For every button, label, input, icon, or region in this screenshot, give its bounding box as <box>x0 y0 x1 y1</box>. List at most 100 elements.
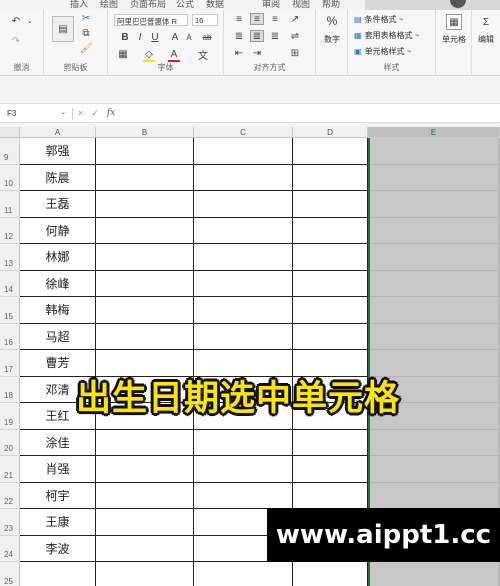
grid-cell[interactable] <box>96 217 194 244</box>
grid-cell[interactable] <box>194 244 293 271</box>
cancel-icon[interactable]: × <box>78 108 83 119</box>
column-header-a[interactable]: A <box>20 127 96 138</box>
grid-cell[interactable] <box>96 270 194 297</box>
grid-cell[interactable] <box>368 297 500 324</box>
format-painter-icon[interactable]: 🖌 <box>80 42 93 54</box>
grid-cell[interactable] <box>368 456 500 483</box>
grid-cell[interactable] <box>96 244 194 271</box>
grid-cell[interactable] <box>96 429 194 456</box>
borders-icon[interactable]: ▦ <box>116 48 130 60</box>
increase-indent-icon[interactable]: ⇥ <box>250 47 264 59</box>
font-color-icon[interactable]: A <box>168 48 180 60</box>
menu-tab[interactable]: 公式 <box>176 0 194 10</box>
percent-icon[interactable]: % <box>324 14 340 28</box>
grid-cell[interactable] <box>96 138 194 165</box>
grid-cell[interactable] <box>194 217 293 244</box>
select-all-corner[interactable] <box>0 127 20 138</box>
name-cell[interactable]: 郭强 <box>20 138 96 165</box>
grid-cell[interactable] <box>368 138 500 165</box>
column-header-d[interactable]: D <box>293 127 368 138</box>
name-cell[interactable]: 李波 <box>20 535 96 562</box>
name-cell[interactable]: 韩梅 <box>20 297 96 324</box>
name-box-dropdown-icon[interactable]: ⌄ <box>60 108 66 116</box>
name-cell[interactable]: 涂佳 <box>20 429 96 456</box>
font-name-select[interactable]: 阿里巴巴普惠体 R <box>114 14 188 26</box>
cells-icon[interactable]: ▦ <box>446 14 462 30</box>
grid-cell[interactable] <box>194 456 293 483</box>
insert-function-icon[interactable]: fx <box>107 108 115 119</box>
grid-cell[interactable] <box>293 138 368 165</box>
cells-button[interactable]: 单元格 <box>436 34 472 45</box>
account-area[interactable] <box>365 0 500 10</box>
number-format-button[interactable]: 数字 <box>316 34 348 45</box>
phonetic-icon[interactable]: 文 <box>196 48 210 62</box>
table-format-button[interactable]: ▦ 套用表格格式 ~ <box>354 30 419 41</box>
row-header[interactable]: 15 <box>0 297 20 324</box>
conditional-format-button[interactable]: ▤ 条件格式 ~ <box>354 14 403 25</box>
row-header[interactable]: 9 <box>0 138 20 165</box>
wrap-text-icon[interactable]: ⇌ <box>288 30 302 42</box>
name-cell[interactable]: 肖强 <box>20 456 96 483</box>
name-cell[interactable]: 何静 <box>20 217 96 244</box>
grid-cell[interactable] <box>368 244 500 271</box>
name-box[interactable]: F3 ⌄ <box>4 107 68 121</box>
italic-button[interactable]: I <box>135 31 145 43</box>
fill-color-icon[interactable]: ◇ <box>142 48 156 60</box>
grid-cell[interactable] <box>194 270 293 297</box>
grid-cell[interactable] <box>368 562 500 586</box>
grid-cell[interactable] <box>293 191 368 218</box>
bold-button[interactable]: B <box>120 31 130 43</box>
grid-cell[interactable] <box>368 217 500 244</box>
grid-cell[interactable] <box>368 482 500 509</box>
grid-cell[interactable] <box>293 456 368 483</box>
menu-tab[interactable]: 绘图 <box>100 0 118 10</box>
grid-cell[interactable] <box>194 297 293 324</box>
underline-button[interactable]: U <box>150 31 160 43</box>
menu-tab[interactable]: 数据 <box>206 0 224 10</box>
name-cell[interactable]: 马超 <box>20 323 96 350</box>
font-size-select[interactable]: 16 <box>192 14 218 26</box>
row-header[interactable]: 24 <box>0 535 20 562</box>
grid-cell[interactable] <box>194 164 293 191</box>
grid-cell[interactable] <box>293 217 368 244</box>
grid-cell[interactable] <box>96 297 194 324</box>
increase-font-button[interactable]: A <box>170 31 180 43</box>
edit-button[interactable]: 编辑 <box>472 34 500 45</box>
align-middle-icon[interactable]: ≡ <box>250 13 264 25</box>
grid-cell[interactable] <box>368 164 500 191</box>
align-right-icon[interactable]: ≣ <box>268 30 282 42</box>
grid-cell[interactable] <box>368 270 500 297</box>
cell-styles-button[interactable]: ▣ 单元格样式 ~ <box>354 46 411 57</box>
grid-cell[interactable] <box>293 270 368 297</box>
name-cell[interactable]: 陈晨 <box>20 164 96 191</box>
grid-cell[interactable] <box>293 164 368 191</box>
grid-cell[interactable] <box>293 297 368 324</box>
row-header[interactable]: 25 <box>0 562 20 586</box>
row-header[interactable]: 13 <box>0 244 20 271</box>
grid-cell[interactable] <box>368 429 500 456</box>
menu-tab[interactable]: 插入 <box>70 0 88 10</box>
grid-cell[interactable] <box>96 191 194 218</box>
grid-cell[interactable] <box>293 323 368 350</box>
column-header-c[interactable]: C <box>194 127 293 138</box>
name-cell[interactable]: 徐峰 <box>20 270 96 297</box>
grid-cell[interactable] <box>293 429 368 456</box>
grid-cell[interactable] <box>96 482 194 509</box>
row-header[interactable]: 11 <box>0 191 20 218</box>
grid-cell[interactable] <box>368 191 500 218</box>
strikethrough-button[interactable]: ab <box>200 31 214 43</box>
grid-cell[interactable] <box>293 482 368 509</box>
grid-cell[interactable] <box>293 244 368 271</box>
grid-cell[interactable] <box>368 323 500 350</box>
column-header-b[interactable]: B <box>96 127 194 138</box>
undo-dropdown-icon[interactable]: ⌄ <box>26 14 34 28</box>
grid-cell[interactable] <box>96 535 194 562</box>
grid-cell[interactable] <box>293 562 368 586</box>
grid-cell[interactable] <box>96 509 194 536</box>
grid-cell[interactable] <box>194 482 293 509</box>
undo-icon[interactable]: ↶ <box>8 14 24 28</box>
name-cell[interactable]: 王磊 <box>20 191 96 218</box>
confirm-icon[interactable]: ✓ <box>91 108 99 119</box>
grid-cell[interactable] <box>194 429 293 456</box>
column-header-e[interactable]: E <box>368 127 500 138</box>
